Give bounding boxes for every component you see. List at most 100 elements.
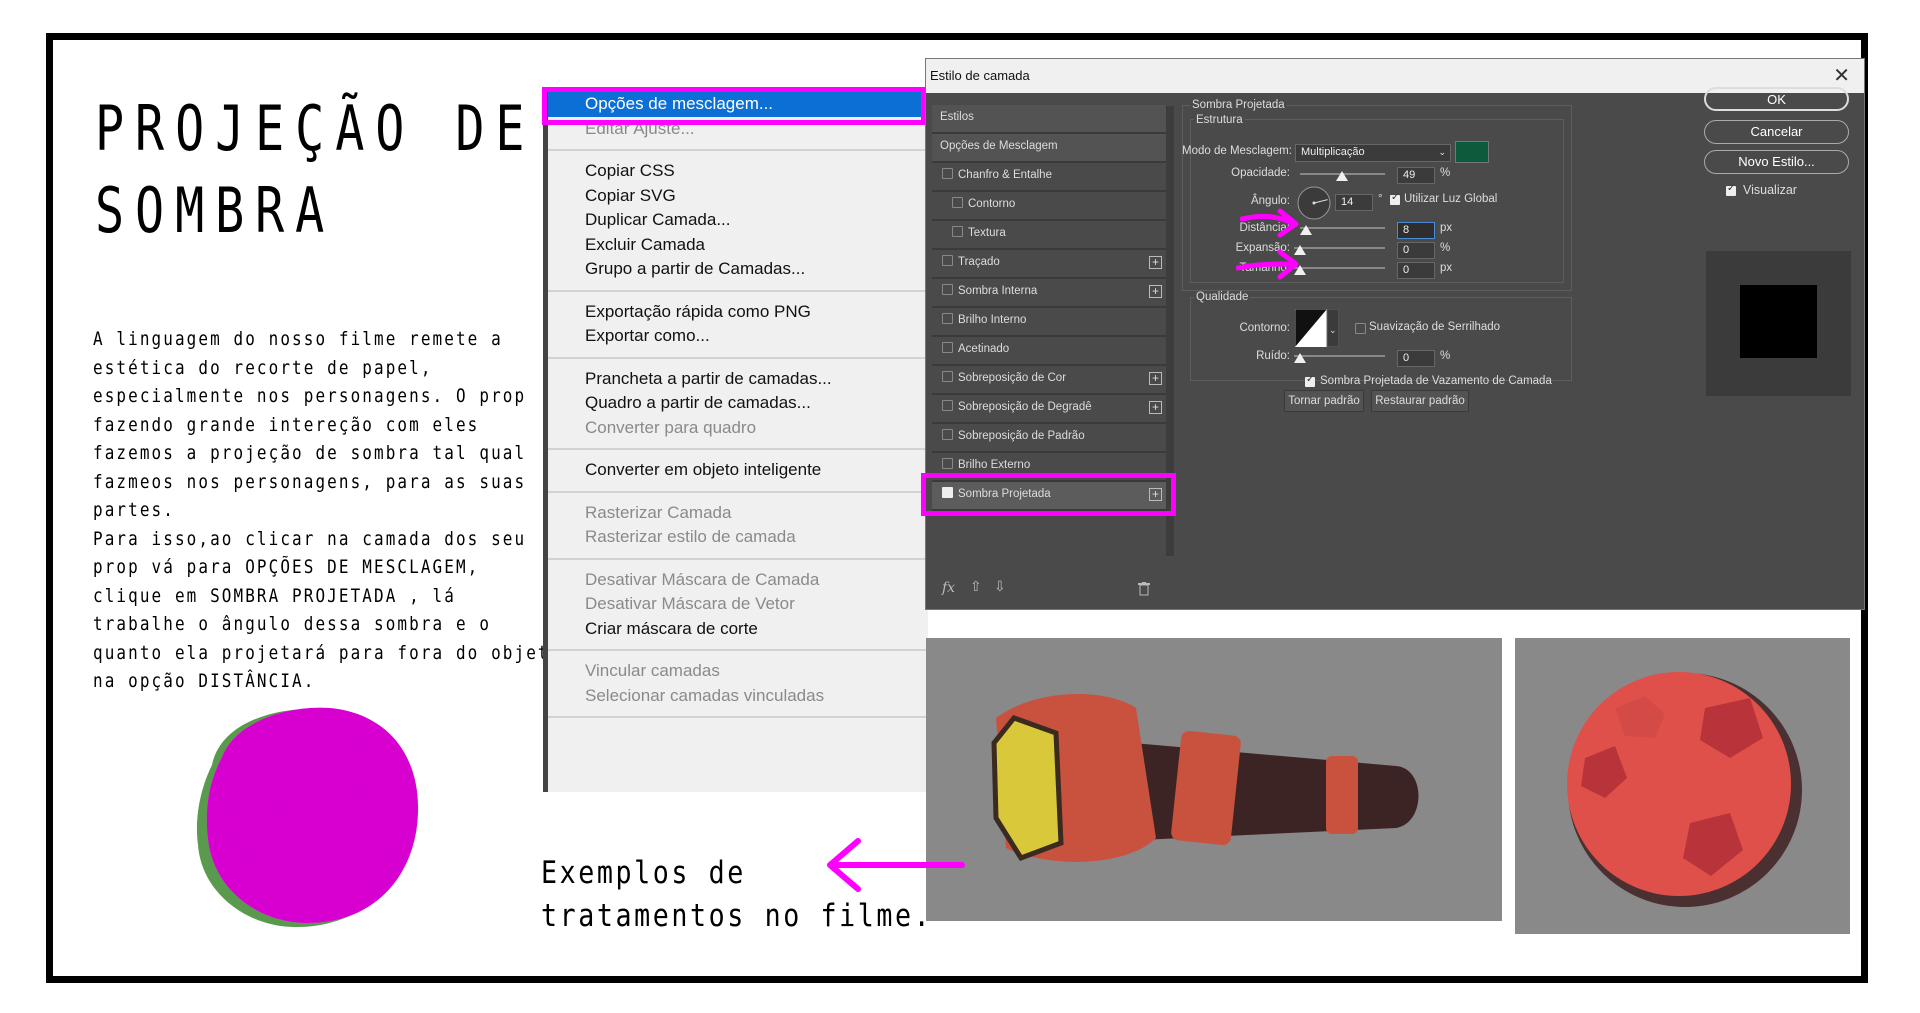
distance-unit: px bbox=[1440, 222, 1453, 234]
angle-input[interactable]: 14 bbox=[1335, 194, 1373, 211]
ball-example-image bbox=[1515, 638, 1850, 934]
style-item[interactable]: Chanfro & Entalhe bbox=[932, 163, 1166, 192]
antialias-checkbox[interactable] bbox=[1355, 323, 1366, 334]
blend-mode-select[interactable]: Multiplicação ⌄ bbox=[1295, 144, 1451, 162]
menu-group: Prancheta a partir de camadas... Quadro a… bbox=[548, 359, 928, 450]
style-checkbox[interactable] bbox=[942, 429, 953, 441]
style-label: Sobreposição de Cor bbox=[958, 372, 1067, 384]
distance-slider[interactable] bbox=[1300, 227, 1385, 229]
menu-item: Desativar Máscara de Camada bbox=[585, 569, 820, 589]
style-item[interactable]: Traçado + bbox=[932, 250, 1166, 279]
trash-icon[interactable] bbox=[1138, 582, 1150, 596]
menu-item[interactable]: Copiar SVG bbox=[548, 184, 928, 209]
contour-picker[interactable]: ⌄ bbox=[1295, 309, 1339, 347]
spread-unit: % bbox=[1440, 242, 1451, 254]
style-item[interactable]: Sobreposição de Cor + bbox=[932, 366, 1166, 395]
body-line: clique em SOMBRA PROJETADA , lá bbox=[93, 584, 456, 607]
menu-item[interactable]: Criar máscara de corte bbox=[548, 617, 928, 642]
style-checkbox[interactable] bbox=[942, 284, 953, 296]
noise-slider-thumb[interactable] bbox=[1294, 353, 1306, 363]
cancel-button[interactable]: Cancelar bbox=[1704, 120, 1849, 144]
size-input[interactable]: 0 bbox=[1397, 262, 1435, 279]
spread-input[interactable]: 0 bbox=[1397, 242, 1435, 259]
title-line-1: PROJEÇÃO DE bbox=[95, 92, 536, 165]
global-light-checkbox[interactable]: ✓ bbox=[1390, 192, 1400, 205]
make-default-button[interactable]: Tornar padrão bbox=[1284, 390, 1364, 412]
menu-item[interactable]: Exportação rápida como PNG bbox=[548, 300, 928, 325]
move-up-icon[interactable]: ⇧ bbox=[970, 578, 982, 595]
menu-item: Converter para quadro bbox=[585, 417, 757, 437]
noise-slider[interactable] bbox=[1294, 355, 1385, 357]
style-item[interactable]: Sombra Interna + bbox=[932, 279, 1166, 308]
distance-input[interactable]: 8 bbox=[1397, 222, 1435, 239]
preview-checkbox[interactable]: ✓ bbox=[1726, 183, 1736, 196]
menu-item[interactable]: Exportar como... bbox=[548, 324, 928, 349]
menu-item[interactable]: Converter em objeto inteligente bbox=[548, 458, 928, 483]
soccer-ball-prop bbox=[1567, 672, 1802, 907]
explanation-text: A linguagem do nosso filme remete a estét… bbox=[93, 325, 571, 696]
style-label: Sobreposição de Padrão bbox=[958, 430, 1085, 442]
quality-label: Qualidade bbox=[1194, 291, 1251, 303]
examples-caption: Exemplos de tratamentos no filme. bbox=[541, 852, 932, 938]
body-line: Para isso,ao clicar na camada dos seu bbox=[93, 527, 527, 550]
body-line: fazendo grande intereção com eles bbox=[93, 413, 480, 436]
add-style-icon[interactable]: + bbox=[1149, 401, 1162, 414]
body-line: A linguagem do nosso filme remete a bbox=[93, 328, 503, 350]
menu-item[interactable]: Grupo a partir de Camadas... bbox=[548, 257, 928, 282]
opacity-slider-thumb[interactable] bbox=[1335, 171, 1348, 181]
noise-input[interactable]: 0 bbox=[1397, 350, 1435, 367]
menu-item[interactable]: Copiar CSS bbox=[548, 159, 928, 184]
flashlight-example-image bbox=[926, 638, 1502, 921]
layer-context-menu: Opções de mesclagem... Editar Ajuste... Co… bbox=[543, 92, 928, 792]
style-checkbox[interactable] bbox=[942, 342, 953, 354]
style-checkbox[interactable] bbox=[942, 255, 953, 267]
add-style-icon[interactable]: + bbox=[1149, 372, 1162, 385]
menu-item[interactable]: Duplicar Camada... bbox=[548, 208, 928, 233]
ok-button[interactable]: OK bbox=[1704, 87, 1849, 111]
style-item[interactable]: Contorno bbox=[932, 192, 1166, 221]
caption-line-2: tratamentos no filme. bbox=[541, 898, 933, 934]
menu-item[interactable]: Prancheta a partir de camadas... bbox=[548, 367, 928, 392]
style-checkbox[interactable] bbox=[942, 458, 953, 470]
add-style-icon[interactable]: + bbox=[1149, 285, 1162, 298]
style-label: Textura bbox=[968, 227, 1006, 239]
body-line: estética do recorte de papel, bbox=[93, 356, 433, 379]
menu-item: Vincular camadas bbox=[585, 661, 720, 680]
body-line: na opção DISTÂNCIA. bbox=[93, 670, 316, 692]
style-item[interactable]: Textura bbox=[932, 221, 1166, 250]
blend-options-item[interactable]: Opções de Mesclagem bbox=[932, 134, 1166, 163]
quality-group bbox=[1190, 297, 1572, 381]
style-item[interactable]: Acetinado bbox=[932, 337, 1166, 366]
fx-icon[interactable]: fx bbox=[942, 580, 955, 596]
menu-group: Converter em objeto inteligente bbox=[548, 450, 928, 493]
style-item[interactable]: Sobreposição de Padrão bbox=[932, 424, 1166, 453]
new-style-button[interactable]: Novo Estilo... bbox=[1704, 150, 1849, 174]
chevron-down-icon: ⌄ bbox=[1438, 147, 1446, 157]
knockout-checkbox[interactable]: ✓ bbox=[1305, 374, 1315, 387]
style-checkbox[interactable] bbox=[952, 197, 963, 209]
body-line: fazmeos nos personagens, para as suas bbox=[93, 470, 527, 493]
style-checkbox[interactable] bbox=[942, 168, 953, 180]
menu-group: Copiar CSS Copiar SVG Duplicar Camada... Ex… bbox=[548, 151, 928, 292]
styles-header[interactable]: Estilos bbox=[932, 105, 1166, 134]
reset-default-button[interactable]: Restaurar padrão bbox=[1371, 390, 1469, 412]
style-label: Brilho Externo bbox=[958, 459, 1031, 471]
shadow-color-swatch[interactable] bbox=[1455, 141, 1489, 163]
style-checkbox[interactable] bbox=[942, 371, 953, 383]
menu-item[interactable]: Excluir Camada bbox=[548, 233, 928, 258]
style-item[interactable]: Brilho Interno bbox=[932, 308, 1166, 337]
style-item[interactable]: Sobreposição de Degradê + bbox=[932, 395, 1166, 424]
add-style-icon[interactable]: + bbox=[1149, 256, 1162, 269]
body-line: partes. bbox=[93, 499, 175, 521]
size-slider[interactable] bbox=[1294, 267, 1385, 269]
menu-item[interactable]: Quadro a partir de camadas... bbox=[548, 391, 928, 416]
spread-slider[interactable] bbox=[1294, 247, 1385, 249]
dialog-title: Estilo de camada bbox=[930, 68, 1030, 83]
opacity-input[interactable]: 49 bbox=[1397, 167, 1435, 184]
caption-line-1: Exemplos de bbox=[541, 855, 746, 891]
style-checkbox[interactable] bbox=[942, 400, 953, 412]
move-down-icon[interactable]: ⇩ bbox=[994, 578, 1006, 595]
menu-group: Exportação rápida como PNG Exportar como.… bbox=[548, 292, 928, 359]
style-checkbox[interactable] bbox=[942, 313, 953, 325]
style-checkbox[interactable] bbox=[952, 226, 963, 238]
